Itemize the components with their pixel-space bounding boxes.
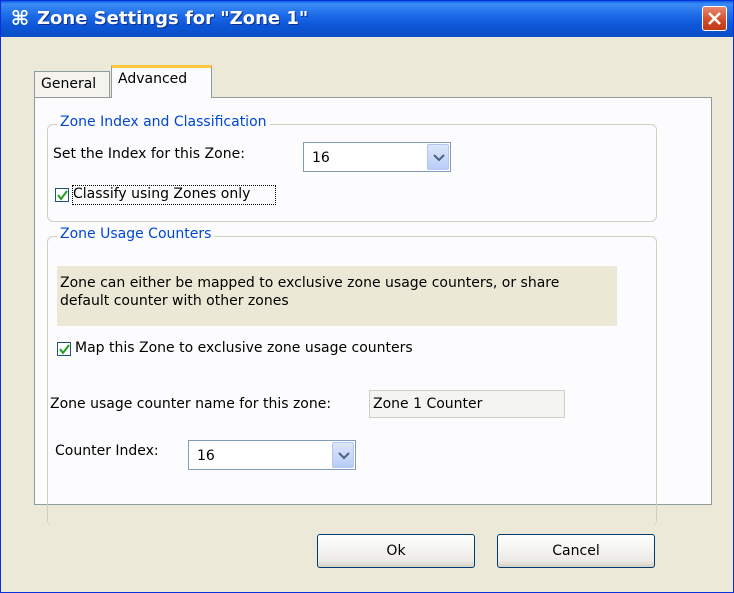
counter-index-label: Counter Index: xyxy=(55,443,159,459)
zone-index-legend: Zone Index and Classification xyxy=(57,114,270,130)
info-box: Zone can either be mapped to exclusive z… xyxy=(57,266,617,326)
chevron-down-icon xyxy=(338,452,350,460)
counter-index-select[interactable]: 16 xyxy=(188,440,356,470)
checkmark-icon xyxy=(57,190,68,201)
zone-index-group xyxy=(47,124,657,222)
map-exclusive-checkbox[interactable] xyxy=(57,342,71,356)
zone-app-icon: ⌘ xyxy=(10,6,30,30)
advanced-tab-panel: Zone Index and Classification Set the In… xyxy=(34,97,712,526)
counter-name-value: Zone 1 Counter xyxy=(373,396,483,412)
zone-index-select[interactable]: 16 xyxy=(303,142,451,172)
tab-advanced[interactable]: Advanced xyxy=(111,65,212,98)
classify-checkbox[interactable] xyxy=(55,188,69,202)
classify-label[interactable]: Classify using Zones only xyxy=(73,186,250,202)
usage-counters-legend: Zone Usage Counters xyxy=(57,226,215,242)
cancel-button[interactable]: Cancel xyxy=(497,534,655,568)
ok-button[interactable]: Ok xyxy=(317,534,475,568)
index-label: Set the Index for this Zone: xyxy=(53,146,245,162)
counter-index-dropdown-button[interactable] xyxy=(332,442,354,468)
checkmark-icon xyxy=(59,344,70,355)
zone-index-dropdown-button[interactable] xyxy=(427,144,449,170)
counter-name-label: Zone usage counter name for this zone: xyxy=(50,396,332,412)
zone-index-value: 16 xyxy=(312,150,330,166)
dialog-window: ⌘ Zone Settings for "Zone 1" General Adv… xyxy=(0,0,734,593)
title-bar[interactable]: ⌘ Zone Settings for "Zone 1" xyxy=(1,1,733,37)
map-exclusive-label[interactable]: Map this Zone to exclusive zone usage co… xyxy=(75,340,413,356)
counter-index-value: 16 xyxy=(197,448,215,464)
tab-general[interactable]: General xyxy=(34,71,110,97)
window-title: Zone Settings for "Zone 1" xyxy=(37,8,309,29)
counter-name-field[interactable]: Zone 1 Counter xyxy=(369,390,565,418)
info-text: Zone can either be mapped to exclusive z… xyxy=(60,275,560,309)
close-button[interactable] xyxy=(702,6,727,31)
chevron-down-icon xyxy=(433,154,445,162)
close-icon xyxy=(708,12,721,25)
